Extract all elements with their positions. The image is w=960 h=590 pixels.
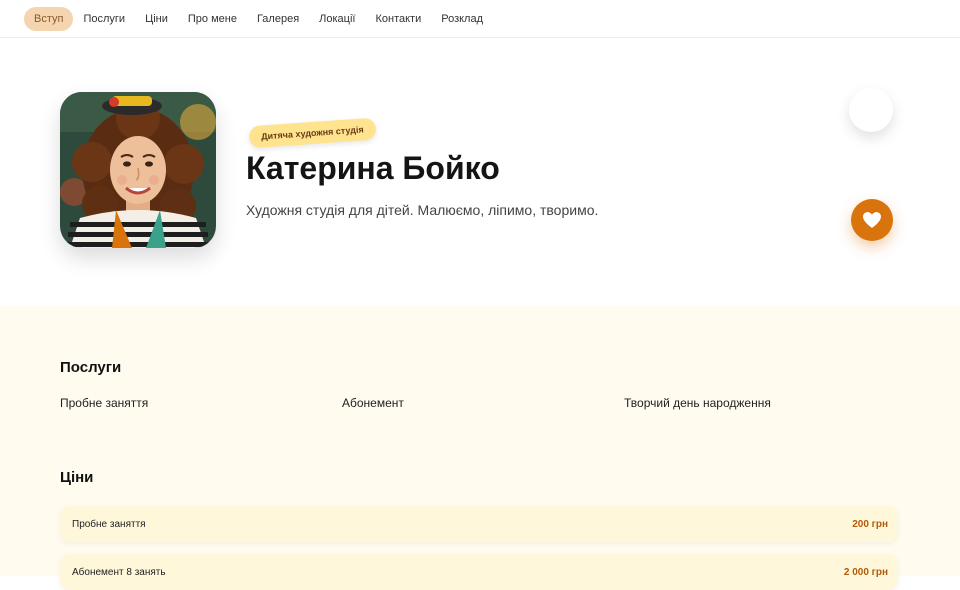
avatar-portrait-image: [60, 92, 216, 248]
nav-item-contacts[interactable]: Контакти: [365, 7, 431, 31]
price-row: Пробне заняття 200 грн: [60, 506, 898, 542]
nav-item-services[interactable]: Послуги: [73, 7, 135, 31]
hero-section: Дитяча художня студія Катерина Бойко Худ…: [0, 38, 960, 306]
nav-item-locations[interactable]: Локації: [309, 7, 365, 31]
floating-action-button[interactable]: [849, 88, 893, 132]
nav-item-about[interactable]: Про мене: [178, 7, 247, 31]
heart-icon: [863, 212, 881, 228]
nav-item-gallery[interactable]: Галерея: [247, 7, 309, 31]
studio-badge: Дитяча художня студія: [248, 117, 377, 149]
favorite-button[interactable]: [851, 199, 893, 241]
content-sections: Послуги Пробне заняття Абонемент Творчий…: [0, 306, 960, 590]
price-row: Абонемент 8 занять 2 000 грн: [60, 554, 898, 590]
nav-item-schedule[interactable]: Розклад: [431, 7, 493, 31]
price-row-value: 200 грн: [852, 518, 888, 530]
nav-item-prices[interactable]: Ціни: [135, 7, 178, 31]
service-item[interactable]: Творчий день народження: [624, 396, 771, 410]
page-title: Катерина Бойко: [246, 150, 500, 186]
avatar: [60, 92, 216, 248]
nav-item-intro[interactable]: Вступ: [24, 6, 74, 31]
service-item[interactable]: Пробне заняття: [60, 396, 148, 410]
top-navigation: Вступ Послуги Ціни Про мене Галерея Лока…: [0, 0, 960, 38]
price-row-name: Пробне заняття: [72, 518, 146, 530]
prices-title: Ціни: [60, 469, 94, 486]
services-title: Послуги: [60, 359, 122, 376]
hero-subtitle: Художня студія для дітей. Малюємо, ліпим…: [246, 202, 599, 218]
service-item[interactable]: Абонемент: [342, 396, 404, 410]
